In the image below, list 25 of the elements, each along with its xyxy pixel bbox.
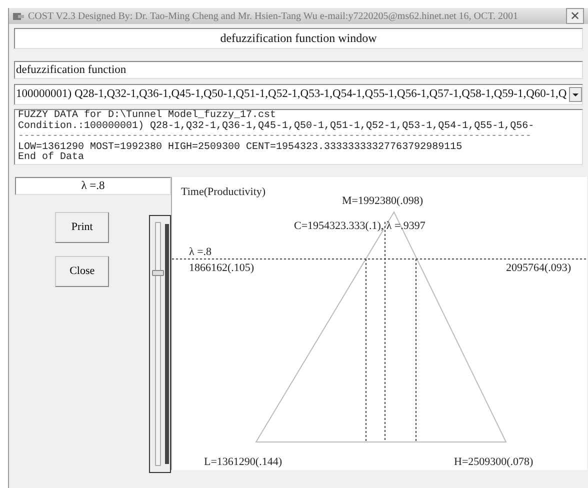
slider-thumb[interactable] [152,270,164,276]
high-label: H=2509300(.078) [454,456,534,468]
window-heading: defuzzification function window [14,28,583,49]
output-line: End of Data [18,153,86,164]
divider-line: ------------------------------------------------------------------------------------------ [18,132,532,142]
dropdown-value: 100000001) Q28-1,Q32-1,Q36-1,Q45-1,Q50-1,Q51-1,Q52-1,Q53-1,Q54-1,Q55-1,Q56-1,Q57-1,Q58-1,Q59-1,Q60-1,Q [15,86,568,102]
lambda-label: λ =.8 [189,246,212,258]
output-line: LOW=1361290 MOST=1992380 HIGH=2509300 CENT=1954323.33333333327763792989115 [18,142,464,152]
output-line: Condition.:100000001) Q28-1,Q32-1,Q36-1,Q45-1,Q50-1,Q51-1,Q52-1,Q53-1,Q54-1,Q55-1,Q56- [18,122,536,132]
centroid-label: C=1954323.333(.1), λ =.9397 [294,220,426,232]
print-button[interactable]: Print [55,212,110,243]
window-title: COST V2.3 Designed By: Dr. Tao-Ming Cheng and Mr. Hsien-Tang Wu e-mail:y7220205@ms62.hinet.net 16, OCT. 2001 [28,10,518,24]
lambda-slider[interactable] [149,215,171,473]
peak-label: M=1992380(.098) [342,195,424,207]
close-window-button[interactable]: Close [55,256,110,287]
left-cut-label: 1866162(.105) [189,262,254,274]
function-label: defuzzification function [14,61,583,79]
condition-dropdown[interactable]: 100000001) Q28-1,Q32-1,Q36-1,Q45-1,Q50-1,Q51-1,Q52-1,Q53-1,Q54-1,Q55-1,Q56-1,Q57-1,Q58-1,Q59-1,Q60-1,Q [14,84,583,105]
close-button[interactable]: ✕ [566,8,584,24]
axis-title: Time(Productivity) [181,186,266,198]
output-line: FUZZY DATA for D:\Tunnel Model_fuzzy_17.cst [18,111,278,121]
right-cut-label: 2095764(.093) [506,262,572,274]
lambda-display: λ =.8 [15,177,171,195]
low-label: L=1361290(.144) [204,456,282,468]
app-icon [13,12,24,20]
